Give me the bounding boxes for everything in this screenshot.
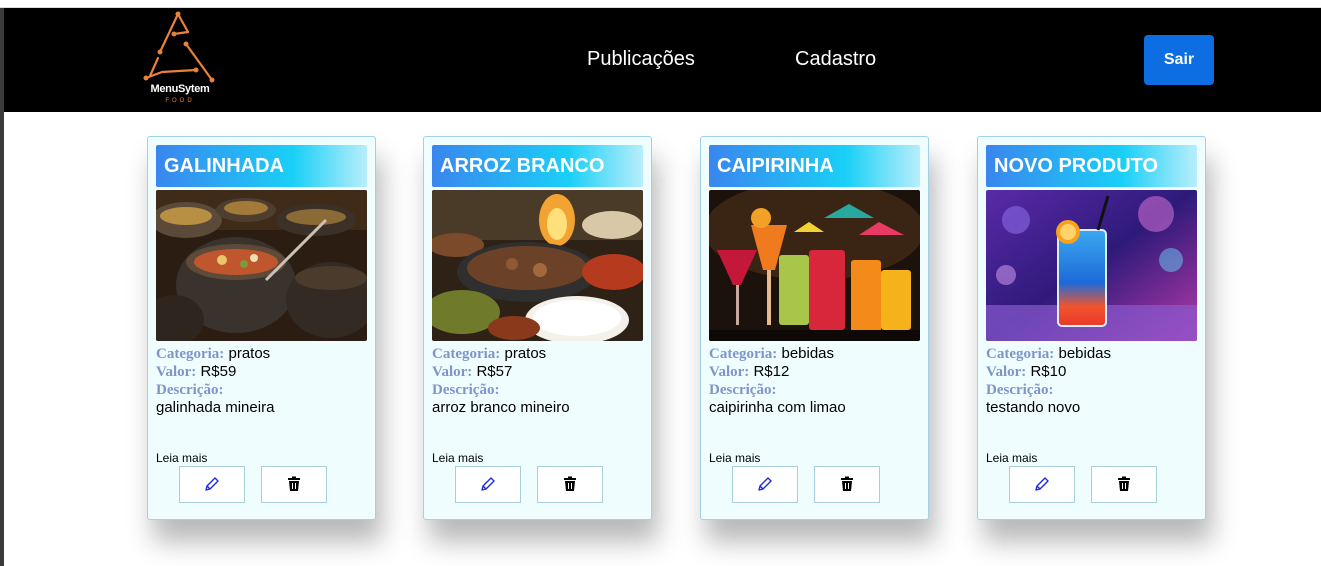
- product-info: Categoria: pratos Valor: R$57 Descrição:…: [432, 345, 643, 417]
- logo-text: MenuSytem: [150, 83, 210, 95]
- product-image: [986, 190, 1197, 341]
- category-label: Categoria:: [986, 346, 1055, 362]
- description-label: Descrição:: [432, 382, 500, 398]
- browser-top-strip: [0, 0, 1321, 8]
- read-more-link[interactable]: Leia mais: [156, 451, 207, 465]
- card-title: GALINHADA: [156, 145, 367, 187]
- category-value: bebidas: [1058, 345, 1112, 362]
- trash-icon: [288, 476, 300, 491]
- product-info: Categoria: bebidas Valor: R$12 Descrição…: [709, 345, 920, 417]
- read-more-link[interactable]: Leia mais: [709, 451, 760, 465]
- edit-button[interactable]: [455, 466, 521, 503]
- card-title: NOVO PRODUTO: [986, 145, 1197, 187]
- price-value: R$10: [1030, 363, 1067, 380]
- product-card: NOVO PRODUTO Categoria: bebidas Valor: R…: [977, 136, 1206, 520]
- description-value: galinhada mineira: [156, 399, 275, 416]
- delete-button[interactable]: [537, 466, 603, 503]
- read-more-link[interactable]: Leia mais: [986, 451, 1037, 465]
- nav-link-cadastro[interactable]: Cadastro: [795, 48, 876, 71]
- card-title: CAIPIRINHA: [709, 145, 920, 187]
- logout-button[interactable]: Sair: [1144, 35, 1214, 85]
- product-card: ARROZ BRANCO Categoria: pratos Valor: R$…: [423, 136, 652, 520]
- product-image: [156, 190, 367, 341]
- edit-button[interactable]: [732, 466, 798, 503]
- price-label: Valor:: [156, 364, 197, 380]
- price-value: R$59: [200, 363, 237, 380]
- category-value: pratos: [504, 345, 547, 362]
- product-card: GALINHADA Categoria: pratos Valor: R$59 …: [147, 136, 376, 520]
- description-value: arroz branco mineiro: [432, 399, 570, 416]
- edit-button[interactable]: [1009, 466, 1075, 503]
- price-value: R$12: [753, 363, 790, 380]
- trash-icon: [1118, 476, 1130, 491]
- logo-subtext: FOOD: [165, 98, 195, 104]
- logo-triangle-icon: [143, 11, 215, 83]
- delete-button[interactable]: [261, 466, 327, 503]
- description-label: Descrição:: [709, 382, 777, 398]
- price-label: Valor:: [432, 364, 473, 380]
- logo[interactable]: MenuSytem FOOD: [140, 10, 230, 110]
- price-label: Valor:: [709, 364, 750, 380]
- trash-icon: [841, 476, 853, 491]
- category-value: bebidas: [781, 345, 835, 362]
- trash-icon: [564, 476, 576, 491]
- pencil-icon: [758, 477, 772, 491]
- product-info: Categoria: pratos Valor: R$59 Descrição:…: [156, 345, 367, 417]
- delete-button[interactable]: [814, 466, 880, 503]
- product-card: CAIPIRINHA Categoria: bebidas Valor: R$1…: [700, 136, 929, 520]
- category-label: Categoria:: [432, 346, 501, 362]
- description-label: Descrição:: [986, 382, 1054, 398]
- card-title: ARROZ BRANCO: [432, 145, 643, 187]
- price-label: Valor:: [986, 364, 1027, 380]
- description-value: testando novo: [986, 399, 1081, 416]
- product-image: [432, 190, 643, 341]
- pencil-icon: [481, 477, 495, 491]
- pencil-icon: [1035, 477, 1049, 491]
- product-info: Categoria: bebidas Valor: R$10 Descrição…: [986, 345, 1197, 417]
- category-label: Categoria:: [709, 346, 778, 362]
- pencil-icon: [205, 477, 219, 491]
- category-value: pratos: [228, 345, 271, 362]
- description-value: caipirinha com limao: [709, 399, 846, 416]
- navbar: MenuSytem FOOD Publicações Cadastro Sair: [4, 8, 1321, 112]
- edit-button[interactable]: [179, 466, 245, 503]
- category-label: Categoria:: [156, 346, 225, 362]
- read-more-link[interactable]: Leia mais: [432, 451, 483, 465]
- description-label: Descrição:: [156, 382, 224, 398]
- delete-button[interactable]: [1091, 466, 1157, 503]
- nav-link-publicacoes[interactable]: Publicações: [587, 48, 695, 71]
- price-value: R$57: [476, 363, 513, 380]
- product-image: [709, 190, 920, 341]
